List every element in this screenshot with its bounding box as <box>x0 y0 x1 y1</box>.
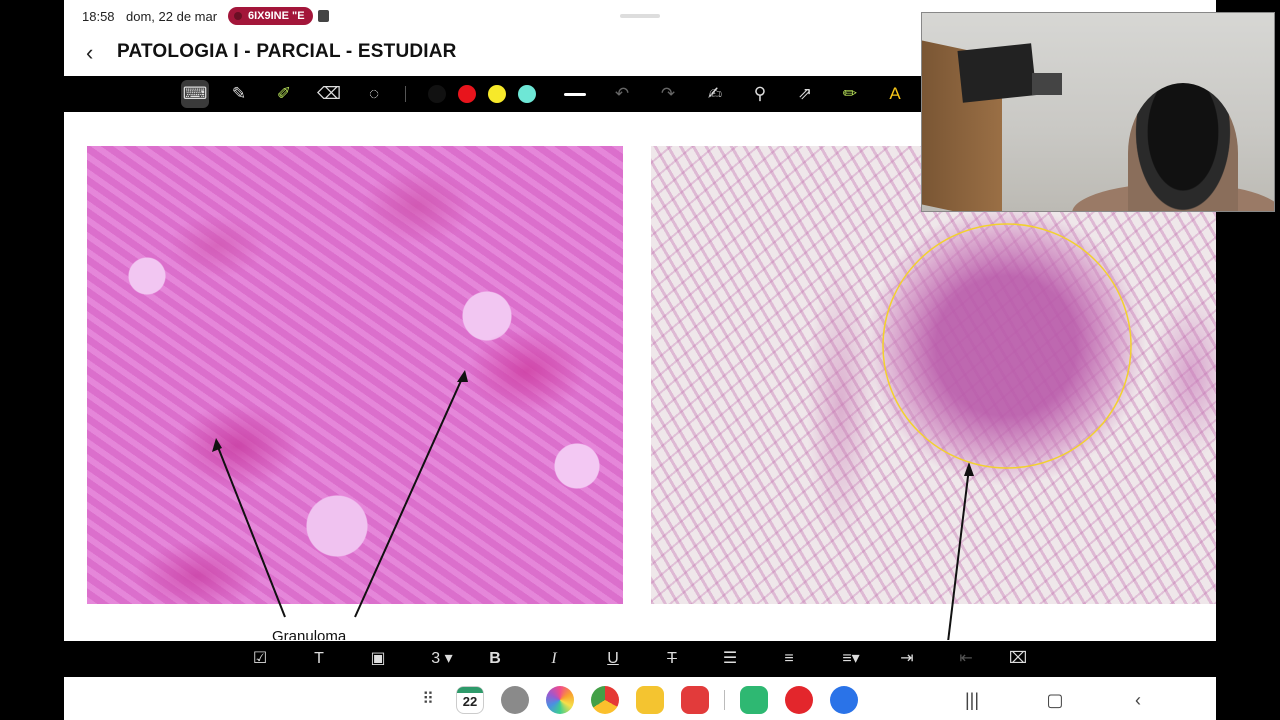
align-select-icon[interactable]: ≡▾ <box>836 645 866 673</box>
indent-icon[interactable]: ⇥ <box>895 645 919 673</box>
highlighter-icon[interactable]: ✐ <box>270 80 298 108</box>
app-drawer-icon[interactable]: ⠿ <box>416 688 440 712</box>
arrow-pen-icon[interactable]: ⇗ <box>791 80 819 108</box>
files-app-icon[interactable] <box>636 686 664 714</box>
keyboard-icon[interactable]: ⌨ <box>181 80 209 108</box>
checkbox-icon[interactable]: ☑ <box>248 645 272 673</box>
chevron-left-icon[interactable]: ‹ <box>86 42 108 64</box>
messaging-app-icon[interactable] <box>740 686 768 714</box>
color-swatch-yellow[interactable] <box>488 85 506 103</box>
annotation-arrow-left <box>215 441 286 618</box>
font-size-value: 3 <box>431 650 441 667</box>
bold-button[interactable]: B <box>483 645 507 673</box>
media-badge[interactable]: 6IX9INE "E <box>228 7 313 25</box>
webcam-overlay[interactable] <box>921 12 1275 212</box>
camera-app-icon[interactable] <box>501 686 529 714</box>
shopping-bag-icon <box>318 10 329 22</box>
calendar-day: 22 <box>462 694 478 709</box>
music-app-icon[interactable] <box>785 686 813 714</box>
pen-settings-icon[interactable]: ✍ <box>701 80 729 108</box>
annotation-arrow-right <box>947 467 970 640</box>
toolbar-divider <box>405 86 406 102</box>
gallery-app-icon[interactable] <box>546 686 574 714</box>
redo-icon[interactable]: ↷ <box>654 80 682 108</box>
annotation-arrow-middle <box>354 373 465 618</box>
arrowhead-left <box>212 438 222 452</box>
note-title: PATOLOGIA I - PARCIAL - ESTUDIAR <box>117 41 457 62</box>
color-swatch-red[interactable] <box>458 85 476 103</box>
shape-pen-icon[interactable]: ⚲ <box>746 80 774 108</box>
underline-button[interactable]: U <box>601 645 625 673</box>
stroke-width-icon[interactable] <box>564 93 586 96</box>
calendar-app-icon[interactable]: 22 <box>456 686 484 714</box>
granuloma-caption: Granuloma <box>272 628 347 640</box>
webcam-wall-mount <box>1032 73 1062 95</box>
text-format-toolbar: ☑ T ▣ 3 ▾ B I U T ☰ ≡ ≡▾ ⇥ ⇤ ⌧ <box>64 641 1216 677</box>
arrowhead-middle <box>457 370 468 382</box>
arrowhead-right <box>964 462 974 476</box>
outdent-icon[interactable]: ⇤ <box>954 645 978 673</box>
eraser-icon[interactable]: ⌫ <box>315 80 343 108</box>
status-date: dom, 22 de mar <box>126 9 218 24</box>
strikethrough-button[interactable]: T <box>660 645 684 673</box>
window-drag-handle[interactable] <box>620 14 660 18</box>
webcam-tv <box>957 43 1037 103</box>
pen-icon[interactable]: ✎ <box>225 80 253 108</box>
marker-icon[interactable]: ✏ <box>836 80 864 108</box>
text-tool-icon[interactable]: T <box>307 645 331 673</box>
lasso-icon[interactable]: ◌ <box>360 80 388 108</box>
textbox-icon[interactable]: ▣ <box>366 645 390 673</box>
notes-app-icon[interactable] <box>681 686 709 714</box>
text-frame-icon[interactable]: ⌧ <box>1006 645 1030 673</box>
text-style-icon[interactable]: A <box>881 80 909 108</box>
bullet-list-icon[interactable]: ≡ <box>777 645 801 673</box>
chat-app-icon[interactable] <box>830 686 858 714</box>
chrome-app-icon[interactable] <box>591 686 619 714</box>
color-swatch-aqua[interactable] <box>518 85 536 103</box>
annotation-circle <box>882 223 1132 469</box>
italic-button[interactable]: I <box>542 645 566 673</box>
recents-icon[interactable]: ||| <box>960 688 984 712</box>
font-size-select[interactable]: 3 ▾ <box>424 645 460 673</box>
navigation-bar: ⠿ 22 ||| ▢ ‹ <box>64 678 1216 720</box>
dock-divider <box>724 690 725 710</box>
home-icon[interactable]: ▢ <box>1043 688 1067 712</box>
webcam-person <box>1128 83 1238 211</box>
undo-icon[interactable]: ↶ <box>608 80 636 108</box>
numbered-list-icon[interactable]: ☰ <box>718 645 742 673</box>
status-time: 18:58 <box>82 9 115 24</box>
color-swatch-black[interactable] <box>428 85 446 103</box>
back-icon[interactable]: ‹ <box>1126 688 1150 712</box>
